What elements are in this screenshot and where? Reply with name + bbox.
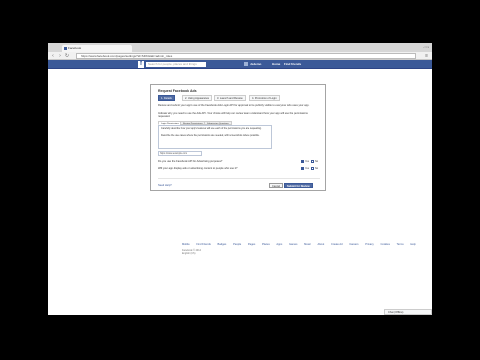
browser-tab[interactable]: Facebook (62, 45, 132, 52)
facebook-top-bar: f Search for people, places and things J… (48, 60, 432, 69)
footer-link[interactable]: Badges (218, 243, 227, 246)
footer-link[interactable]: Create Ad (331, 243, 343, 246)
question-2: Will your app display ads or advertising… (158, 167, 238, 170)
submit-button[interactable]: Submit for Review (284, 183, 313, 188)
tab-promotion[interactable]: 4. Promotion of Login (249, 95, 280, 101)
description-para-2: Describe the use cases where the permiss… (161, 134, 260, 137)
cancel-button[interactable]: Cancel (269, 183, 284, 188)
search-input[interactable]: Search for people, places and things (146, 62, 206, 67)
address-bar[interactable]: https://www.facebook.com/pages/settings?… (76, 53, 416, 59)
question-1: Do you use the Facebook API for Advertis… (158, 160, 223, 163)
browser-toolbar: ‹ › ↻ https://www.facebook.com/pages/set… (48, 52, 432, 60)
copyright: Facebook © 2014 English (US) (182, 249, 201, 255)
footer-link[interactable]: Music (304, 243, 311, 246)
nav-find-friends[interactable]: Find friends (284, 61, 301, 68)
footer-link[interactable]: Find Friends (196, 243, 210, 246)
dialog-divider (158, 178, 320, 179)
chat-bar[interactable]: Chat (Offline) (384, 309, 432, 315)
avatar[interactable] (244, 62, 248, 66)
footer-link[interactable]: Pages (248, 243, 255, 246)
footer-link[interactable]: Privacy (365, 243, 374, 246)
reload-icon[interactable]: ↻ (64, 53, 70, 59)
dialog-title: Request Facebook Ads (158, 89, 197, 93)
intro-text: Review and submit your app's use of the … (158, 104, 310, 107)
tab-appearance[interactable]: 2. Using Appearance (182, 95, 213, 101)
nav-home[interactable]: Home (272, 61, 280, 68)
language-link[interactable]: English (US) (182, 252, 201, 255)
q2-no-label: No (315, 167, 319, 170)
tab-launch[interactable]: 3. Launch and Review (214, 95, 246, 101)
q1-yes-radio[interactable] (301, 160, 304, 163)
detail-text: Indicate why you need to use the Ads API… (158, 112, 308, 119)
chat-label: Chat (Offline) (388, 311, 404, 314)
facebook-logo[interactable]: f (138, 61, 144, 68)
url-field[interactable]: https://www.example.com (158, 151, 202, 156)
url-text: https://www.facebook.com/pages/settings?… (81, 54, 173, 58)
menu-icon[interactable]: ≡ (425, 53, 428, 59)
footer-link[interactable]: People (233, 243, 241, 246)
footer-link[interactable]: Cookies (381, 243, 390, 246)
footer-link[interactable]: Careers (349, 243, 358, 246)
footer-links: Mobile Find Friends Badges People Pages … (182, 243, 422, 246)
facebook-favicon-icon (64, 47, 67, 50)
request-dialog: Request Facebook Ads 1. Details 2. Using… (150, 84, 326, 191)
footer-link[interactable]: About (318, 243, 325, 246)
q1-no-radio[interactable] (311, 160, 314, 163)
footer-link[interactable]: Games (289, 243, 297, 246)
tab-title: Facebook (68, 46, 82, 50)
q1-yes-label: Yes (305, 160, 309, 163)
back-icon[interactable]: ‹ (50, 53, 56, 59)
footer-link[interactable]: Terms (397, 243, 404, 246)
browser-window: Facebook - □ x ‹ › ↻ https://www.faceboo… (48, 43, 432, 315)
tab-details[interactable]: 1. Details (158, 95, 175, 101)
q1-no-label: No (315, 160, 319, 163)
help-link[interactable]: Need Help? (158, 184, 172, 187)
description-textarea[interactable]: Carefully describe how your app's featur… (158, 125, 272, 149)
footer-link[interactable]: Apps (276, 243, 282, 246)
footer-link[interactable]: Help (410, 243, 415, 246)
forward-icon[interactable]: › (57, 53, 63, 59)
q2-yes-radio[interactable] (301, 167, 304, 170)
description-para-1: Carefully describe how your app's featur… (161, 127, 262, 130)
profile-name[interactable]: Jsdemo (250, 61, 261, 68)
footer-link[interactable]: Mobile (182, 243, 190, 246)
footer-link[interactable]: Places (262, 243, 270, 246)
q2-no-radio[interactable] (311, 167, 314, 170)
window-controls[interactable]: - □ x (423, 45, 429, 49)
q2-yes-label: Yes (305, 167, 309, 170)
tab-bar: Facebook - □ x (48, 43, 432, 52)
